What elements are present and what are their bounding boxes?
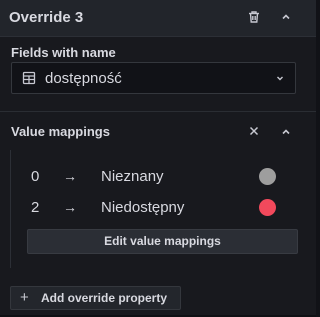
field-name-select[interactable]: dostępność bbox=[11, 62, 296, 94]
arrow-right-icon: → bbox=[63, 199, 77, 215]
edit-value-mappings-button[interactable]: Edit value mappings bbox=[27, 229, 298, 254]
value-mapping-row: 0 → Nieznany bbox=[11, 165, 307, 189]
value-mappings-label: Value mappings bbox=[11, 124, 110, 139]
chevron-up-icon[interactable] bbox=[277, 8, 295, 26]
value-mapping-row: 2 → Niedostępny bbox=[11, 196, 307, 220]
add-override-property-label: Add override property bbox=[41, 291, 168, 305]
mapping-text: Nieznany bbox=[101, 168, 164, 185]
mapping-value: 2 bbox=[31, 199, 40, 216]
mapping-color-swatch[interactable] bbox=[259, 168, 276, 185]
close-icon[interactable] bbox=[245, 122, 263, 140]
add-override-property-button[interactable]: + Add override property bbox=[10, 286, 181, 310]
field-name-value: dostępność bbox=[45, 70, 122, 87]
arrow-right-icon: → bbox=[63, 168, 77, 184]
table-icon bbox=[20, 69, 38, 87]
value-mappings-header[interactable]: Value mappings bbox=[0, 112, 316, 150]
override-title: Override 3 bbox=[9, 9, 84, 26]
override-header[interactable]: Override 3 bbox=[0, 0, 316, 37]
plus-icon: + bbox=[20, 289, 29, 306]
chevron-up-icon[interactable] bbox=[277, 123, 295, 141]
mapping-text: Niedostępny bbox=[101, 199, 185, 216]
override-panel: Override 3 Fields with name dostępność V… bbox=[0, 0, 316, 317]
mapping-value: 0 bbox=[31, 168, 40, 185]
fields-with-name-label: Fields with name bbox=[11, 45, 116, 60]
mapping-color-swatch[interactable] bbox=[259, 199, 276, 216]
chevron-down-icon[interactable] bbox=[271, 69, 289, 87]
trash-icon[interactable] bbox=[245, 8, 263, 26]
